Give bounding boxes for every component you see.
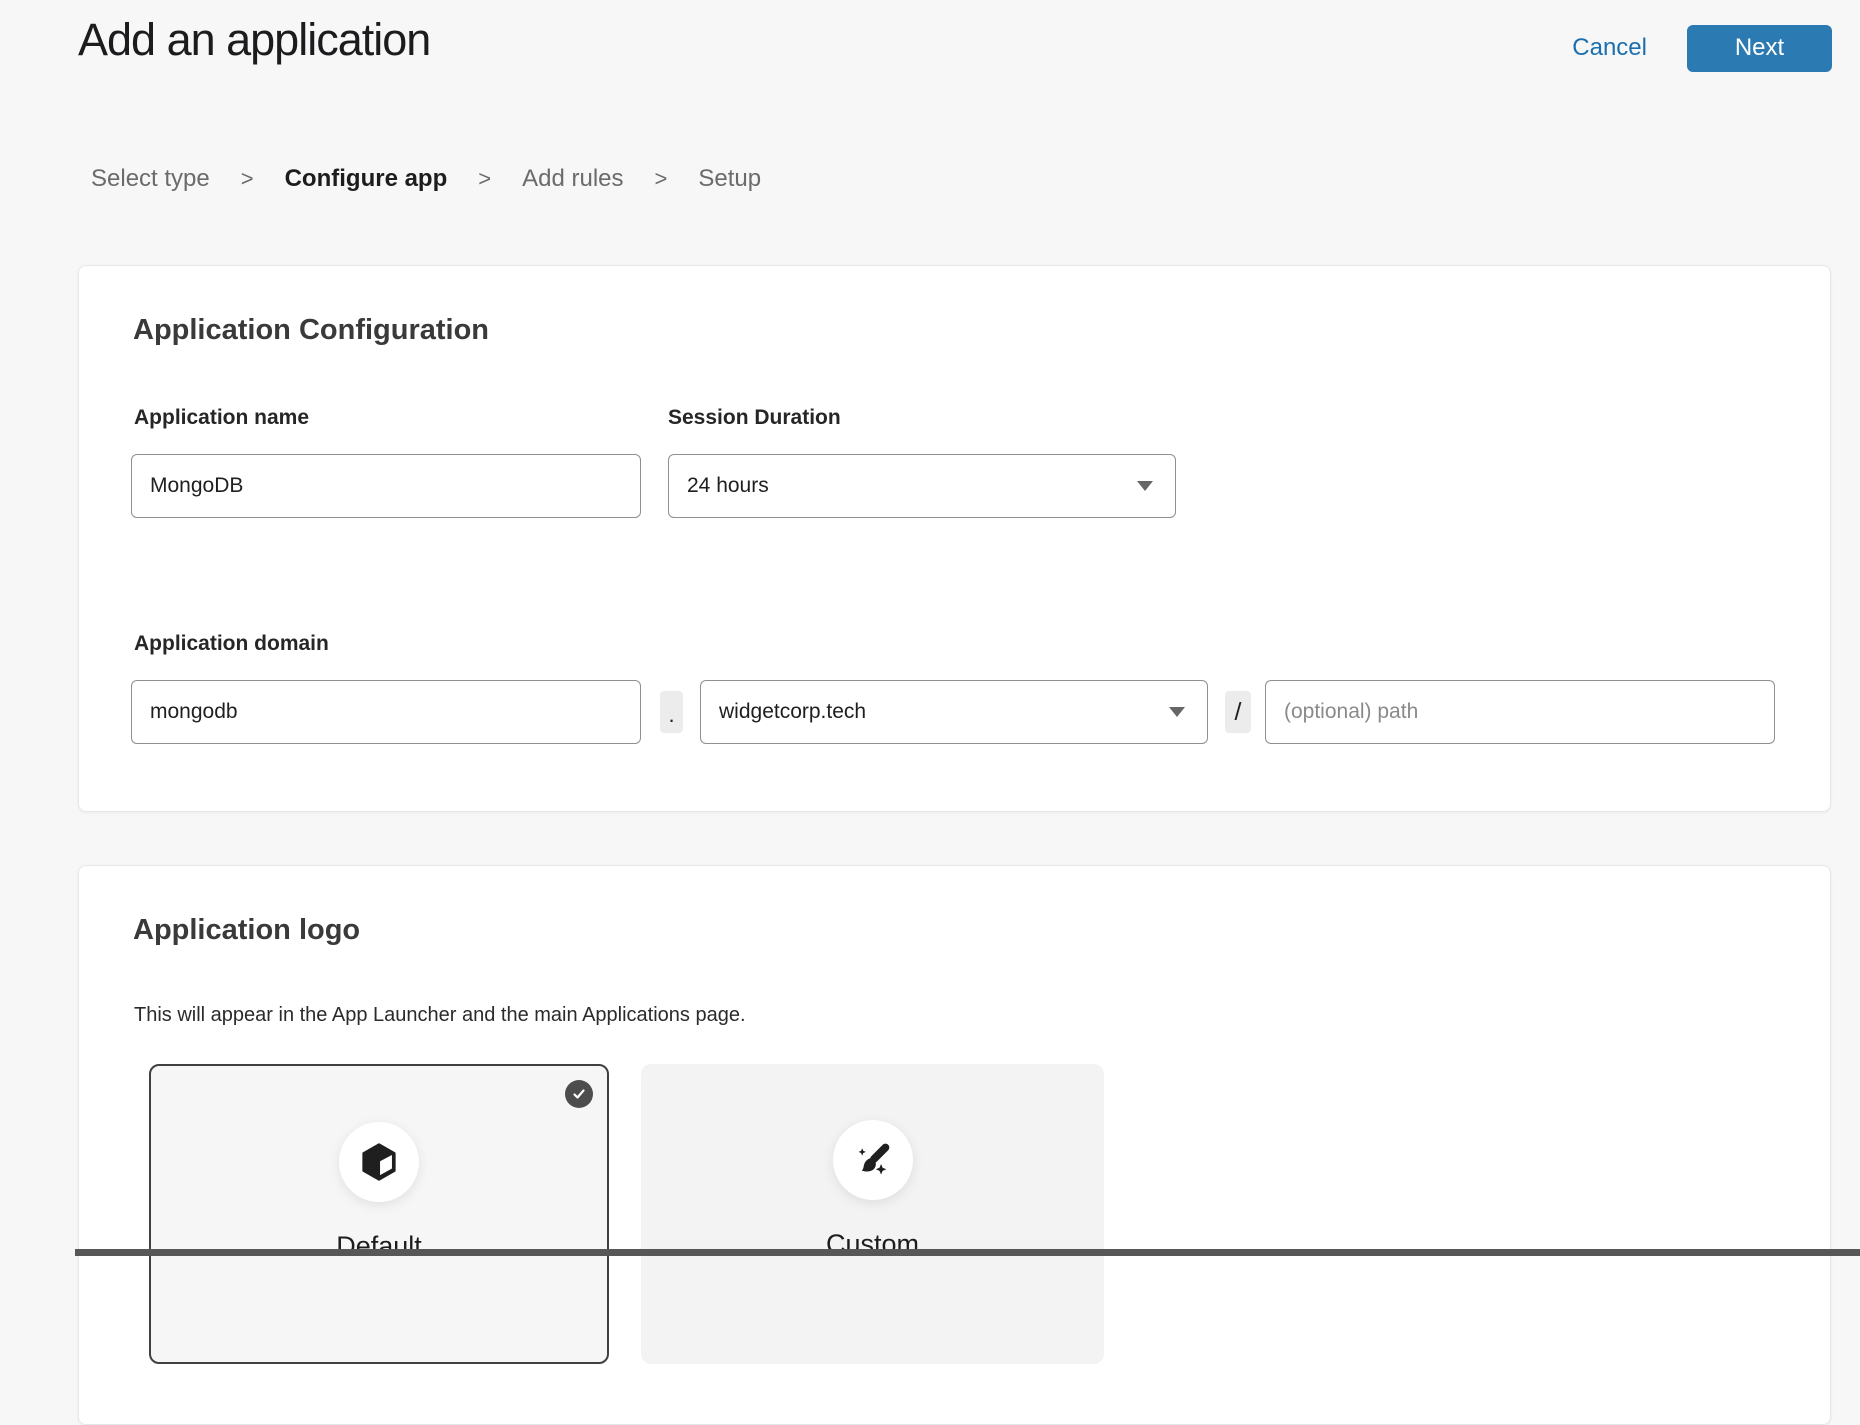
config-heading: Application Configuration xyxy=(133,314,489,347)
logo-heading: Application logo xyxy=(133,914,360,947)
breadcrumb-separator-icon: > xyxy=(478,166,491,192)
chevron-down-icon xyxy=(1169,707,1185,717)
dot-separator: . xyxy=(660,691,683,733)
domain-select-value: widgetcorp.tech xyxy=(719,700,866,724)
session-duration-select[interactable]: 24 hours xyxy=(668,454,1176,518)
domain-select[interactable]: widgetcorp.tech xyxy=(700,680,1208,744)
breadcrumb-separator-icon: > xyxy=(655,166,668,192)
breadcrumb: Select type > Configure app > Add rules … xyxy=(91,165,761,193)
cube-icon xyxy=(339,1122,419,1202)
session-duration-value: 24 hours xyxy=(687,474,769,498)
horizontal-scrollbar[interactable] xyxy=(75,1249,1860,1256)
application-name-input[interactable] xyxy=(131,454,641,518)
step-add-rules[interactable]: Add rules xyxy=(522,165,623,193)
slash-separator: / xyxy=(1225,691,1251,733)
page-title: Add an application xyxy=(78,14,430,66)
application-domain-label: Application domain xyxy=(134,632,329,656)
application-domain-row: . widgetcorp.tech / xyxy=(131,680,1775,744)
application-logo-card: Application logo This will appear in the… xyxy=(78,865,1831,1425)
step-setup[interactable]: Setup xyxy=(698,165,761,193)
header-actions: Cancel Next xyxy=(1572,0,1832,96)
chevron-down-icon xyxy=(1137,481,1153,491)
logo-option-custom[interactable]: Custom xyxy=(641,1064,1104,1364)
next-button[interactable]: Next xyxy=(1687,25,1832,72)
logo-option-default[interactable]: Default xyxy=(149,1064,609,1364)
logo-option-label: Default xyxy=(151,1231,607,1262)
application-name-label: Application name xyxy=(134,406,309,430)
cancel-button[interactable]: Cancel xyxy=(1572,34,1647,62)
step-select-type[interactable]: Select type xyxy=(91,165,210,193)
breadcrumb-separator-icon: > xyxy=(241,166,254,192)
logo-options: Default Custom xyxy=(149,1064,1104,1364)
paintbrush-icon xyxy=(833,1120,913,1200)
step-configure-app[interactable]: Configure app xyxy=(285,165,448,193)
path-input[interactable] xyxy=(1265,680,1775,744)
subdomain-input[interactable] xyxy=(131,680,641,744)
application-configuration-card: Application Configuration Application na… xyxy=(78,265,1831,812)
session-duration-label: Session Duration xyxy=(668,406,841,430)
logo-description: This will appear in the App Launcher and… xyxy=(134,1004,746,1027)
check-icon xyxy=(565,1080,593,1108)
